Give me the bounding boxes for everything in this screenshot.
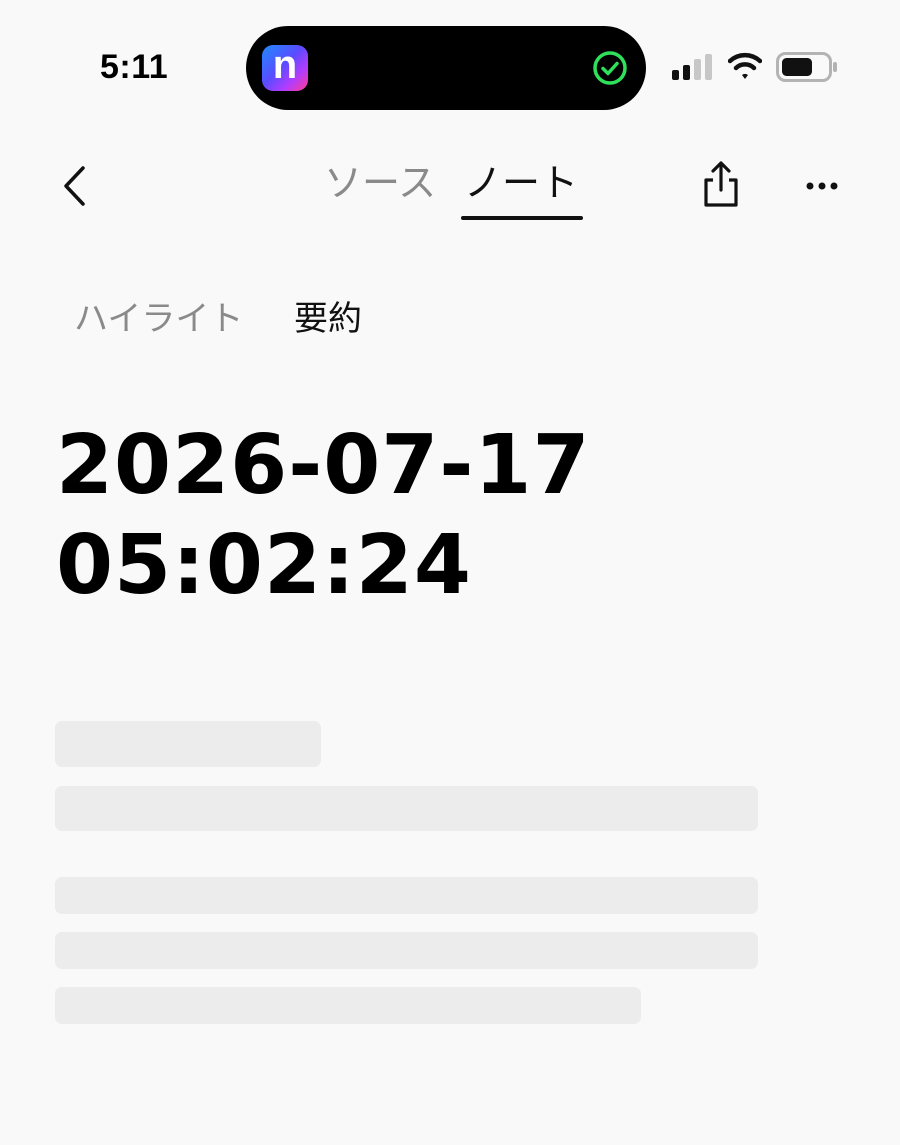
note-title-date: 2026-07-17 [56, 418, 591, 513]
app-icon: n [262, 45, 308, 91]
more-icon[interactable] [804, 176, 840, 196]
status-time: 5:11 [100, 48, 169, 86]
cellular-signal-icon [672, 54, 712, 80]
note-title: 2026-07-17 05:02:24 [56, 416, 816, 616]
segment-summary[interactable]: 要約 [294, 296, 362, 342]
chevron-left-icon[interactable] [56, 164, 96, 208]
note-title-time: 05:02:24 [56, 518, 472, 613]
skeleton-line [55, 877, 758, 914]
skeleton-line [55, 786, 758, 831]
skeleton-line [55, 987, 641, 1024]
segment-highlight[interactable]: ハイライト [74, 296, 243, 342]
skeleton-line [55, 721, 321, 767]
wifi-icon [728, 52, 762, 79]
check-circle-icon [593, 51, 627, 85]
tab-note[interactable]: ノート [464, 158, 578, 208]
tab-source[interactable]: ソース [324, 158, 436, 208]
dynamic-island[interactable]: n [246, 26, 646, 110]
skeleton-line [55, 932, 758, 969]
battery-icon [776, 52, 837, 82]
active-tab-indicator [461, 216, 583, 220]
share-icon[interactable] [700, 160, 742, 210]
